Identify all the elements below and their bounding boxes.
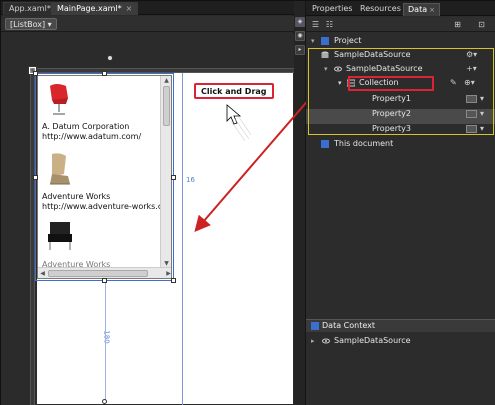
dropdown-icon[interactable]: ▾	[480, 107, 484, 121]
add-collection-property-icon[interactable]: ⊕▾	[464, 76, 475, 90]
tree-item-this-document[interactable]: This document	[306, 137, 495, 151]
list-item-name: A. Datum Corporation	[42, 122, 130, 131]
expand-icon[interactable]: ▸	[311, 337, 319, 345]
tree-item-collection[interactable]: ▾ Collection ✎ ⊕▾	[306, 76, 495, 90]
pin-icon[interactable]: ◈	[295, 17, 305, 27]
resize-handle[interactable]	[171, 278, 176, 283]
tree-label: Collection	[359, 78, 399, 87]
resize-handle[interactable]	[102, 71, 107, 76]
tab-label: Data	[408, 5, 428, 14]
scroll-thumb[interactable]	[163, 86, 170, 126]
listbox-vertical-scrollbar[interactable]: ▲ ▼	[160, 76, 171, 268]
breadcrumb-listbox[interactable]: [ListBox] ▾	[5, 18, 57, 30]
list-mode-icon[interactable]: ☰	[310, 19, 321, 30]
black-chair-image	[48, 222, 72, 250]
horizontal-ruler[interactable]	[30, 68, 294, 73]
list-item-url: http://www.adatum.com/	[42, 132, 142, 141]
click-and-drag-callout: Click and Drag	[194, 83, 274, 99]
dropdown-icon[interactable]: ▾	[480, 122, 484, 136]
list-item-url: http://www.adventure-works.co	[42, 202, 168, 211]
tree-label: Property3	[372, 124, 411, 133]
view-icon[interactable]: ◉	[295, 31, 305, 41]
tree-label: Property2	[372, 109, 411, 118]
tree-item-sampledatasource[interactable]: SampleDataSource ⚙▾	[306, 48, 495, 62]
project-icon	[321, 37, 329, 45]
resize-handle[interactable]	[33, 71, 38, 76]
collapse-icon[interactable]: ▾	[338, 79, 346, 87]
panel-side-toolbar: ◈ ◉ ▸	[294, 1, 306, 405]
tree-item-sampledatasource-child[interactable]: ▾ SampleDataSource +▾	[306, 62, 495, 76]
scroll-up-icon[interactable]: ▲	[161, 76, 171, 85]
tab-label: App.xaml*	[9, 4, 51, 13]
tab-label: MainPage.xaml*	[57, 4, 122, 13]
tree-label: This document	[334, 139, 394, 148]
database-icon	[321, 51, 329, 58]
tree-label: SampleDataSource	[346, 64, 423, 73]
scroll-left-icon[interactable]: ◀	[38, 268, 47, 278]
document-tab-bar: App.xaml* MainPage.xaml* ×	[1, 1, 294, 15]
resize-handle[interactable]	[171, 175, 176, 180]
lock-icon[interactable]	[107, 55, 113, 61]
add-live-datasource-icon[interactable]: ⊡	[476, 19, 487, 30]
listbox-horizontal-scrollbar[interactable]: ◀ ▶	[38, 267, 171, 278]
breadcrumb-bar: [ListBox] ▾	[1, 16, 294, 32]
data-panel-toolbar: ☰ ☷ ⊞ ⊡	[306, 17, 495, 32]
wooden-chair-image	[50, 153, 70, 185]
tree-item-property1[interactable]: Property1 ▾	[306, 92, 495, 106]
close-icon[interactable]: ×	[126, 4, 133, 13]
datasource-options-icon[interactable]: ⚙▾	[466, 48, 477, 62]
tab-data[interactable]: Data ×	[403, 3, 440, 16]
document-icon	[321, 140, 329, 148]
listbox-control[interactable]: A. Datum Corporation http://www.adatum.c…	[37, 75, 172, 279]
tab-properties[interactable]: Properties	[308, 3, 356, 16]
red-chair-image	[50, 84, 68, 115]
dropdown-icon[interactable]: ▾	[480, 92, 484, 106]
designer-area: App.xaml* MainPage.xaml*× [ListBox] ▾ ▦ …	[1, 1, 294, 405]
data-context-icon	[311, 322, 319, 330]
collapse-icon[interactable]: ▾	[311, 37, 319, 45]
add-property-icon[interactable]: +▾	[466, 62, 477, 76]
eye-icon	[322, 338, 330, 344]
resize-handle[interactable]	[102, 278, 107, 283]
tree-label: SampleDataSource	[334, 50, 411, 59]
collapse-icon[interactable]: ▾	[324, 65, 332, 73]
vertical-ruler[interactable]	[30, 68, 35, 405]
width-measure: 16	[186, 176, 195, 184]
close-icon[interactable]: ×	[429, 6, 435, 14]
height-guide	[105, 281, 106, 401]
list-item-name: Adventure Works	[42, 192, 111, 201]
blend-window: App.xaml* MainPage.xaml*× [ListBox] ▾ ▦ …	[0, 0, 495, 405]
grid-guide-vertical[interactable]	[182, 73, 183, 405]
property-type-icon[interactable]	[466, 95, 477, 103]
tree-item-property3[interactable]: Property3 ▾	[306, 122, 495, 136]
collection-icon	[347, 79, 355, 87]
data-panel: Properties Resources Data × ☰ ☷ ⊞ ⊡ ▾ Pro…	[306, 1, 495, 405]
data-context-item[interactable]: ▸ SampleDataSource	[306, 334, 495, 348]
panel-tab-bar: Properties Resources Data ×	[306, 1, 495, 16]
eye-icon	[334, 66, 342, 72]
height-measure: 180	[102, 330, 111, 344]
tree-item-project[interactable]: ▾ Project	[306, 34, 495, 48]
scroll-thumb[interactable]	[48, 270, 148, 277]
property-type-icon[interactable]	[466, 110, 477, 118]
data-context-header[interactable]: Data Context	[306, 319, 495, 332]
tab-resources[interactable]: Resources	[356, 3, 405, 16]
tab-app-xaml[interactable]: App.xaml*	[3, 2, 57, 15]
property-type-icon[interactable]	[466, 125, 477, 133]
tab-mainpage-xaml[interactable]: MainPage.xaml* ×	[51, 2, 139, 15]
data-context-title: Data Context	[322, 321, 375, 330]
tree-item-property2[interactable]: Property2 ▾	[306, 107, 495, 121]
add-datasource-icon[interactable]: ⊞	[452, 19, 463, 30]
arrow-icon[interactable]: ▸	[295, 45, 305, 55]
tree-label: SampleDataSource	[334, 336, 411, 345]
details-mode-icon[interactable]: ☷	[324, 19, 335, 30]
resize-handle[interactable]	[33, 175, 38, 180]
edit-collection-icon[interactable]: ✎	[450, 76, 457, 90]
tree-label: Property1	[372, 94, 411, 103]
tree-label: Project	[334, 36, 362, 45]
grid-adorner-handle[interactable]	[102, 399, 107, 404]
